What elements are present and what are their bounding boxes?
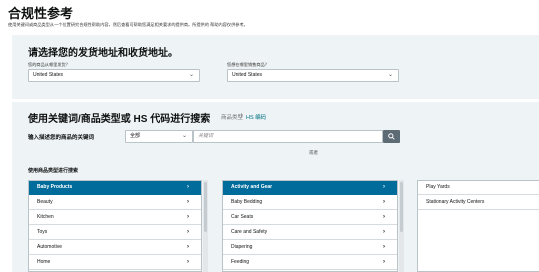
category-item-label: Car Seats xyxy=(231,214,254,220)
category-item-label: Feeding xyxy=(231,259,250,265)
chevron-right-icon: › xyxy=(187,259,189,265)
address-heading: 请选择您的发货地址和收货地址。 xyxy=(28,48,178,59)
category-item-car-seats[interactable]: Car Seats › xyxy=(223,211,397,225)
chevron-right-icon: › xyxy=(383,244,385,250)
category-item-label: Toys xyxy=(37,229,48,235)
chevron-right-icon: › xyxy=(187,214,189,220)
chevron-right-icon: › xyxy=(187,244,189,250)
ship-from-select[interactable]: United States ⌄ xyxy=(28,69,200,82)
mode-separator: | xyxy=(241,113,243,119)
category-item-label: Diapering xyxy=(231,244,253,250)
search-heading: 使用关键词/商品类型或 HS 代码进行搜索 xyxy=(28,114,211,125)
category-item-toys[interactable]: Toys › xyxy=(29,226,201,240)
category-item-label: Home xyxy=(37,259,51,265)
ship-to-label: 您想在哪里销售商品？ xyxy=(227,62,269,67)
ship-from-label: 您的商品从哪里发货？ xyxy=(28,62,70,67)
category-item-stationary-activity-centers[interactable]: Stationary Activity Centers xyxy=(418,196,539,210)
category-column-level2: Activity and Gear › Baby Bedding › Car Sea… xyxy=(222,180,398,272)
category-item-beauty[interactable]: Beauty › xyxy=(29,196,201,210)
browse-label: 使用商品类型进行搜索 xyxy=(28,168,79,174)
category-item-label: Baby Products xyxy=(37,184,73,190)
chevron-right-icon: › xyxy=(187,199,189,205)
category-column-level3: Play Yards Stationary Activity Centers xyxy=(417,180,539,272)
chevron-right-icon: › xyxy=(187,229,189,235)
keyword-input[interactable]: 关键词 xyxy=(193,130,383,143)
category-value: 全部 xyxy=(130,133,141,139)
category-select[interactable]: 全部 ⌄ xyxy=(125,130,193,143)
keyword-label: 输入描述您的商品的关键词 xyxy=(28,135,95,141)
chevron-right-icon: › xyxy=(383,199,385,205)
chevron-right-icon: › xyxy=(383,214,385,220)
category-column-level1: Baby Products › Beauty › Kitchen › Toys › Au… xyxy=(28,180,202,272)
chevron-right-icon: › xyxy=(383,259,385,265)
category-item-label: Beauty xyxy=(37,199,53,205)
scrollbar-thumb[interactable] xyxy=(204,182,207,232)
mode-hs-code-link[interactable]: HS 编码 xyxy=(246,113,266,121)
search-button[interactable] xyxy=(383,130,400,143)
category-item-care-and-safety[interactable]: Care and Safety › xyxy=(223,226,397,240)
category-item-baby-products[interactable]: Baby Products › xyxy=(29,181,201,195)
mode-product-type-link[interactable]: 商品类型 xyxy=(221,113,243,121)
ship-to-value: United States xyxy=(232,72,263,78)
category-item-home[interactable]: Home › xyxy=(29,256,201,270)
chevron-right-icon: › xyxy=(187,184,189,190)
page-title: 合规性参考 xyxy=(8,6,74,21)
category-item-label: Play Yards xyxy=(426,184,450,190)
category-item-label: Stationary Activity Centers xyxy=(426,199,485,205)
category-scrollbar-level1[interactable] xyxy=(203,180,208,272)
category-item-play-yards[interactable]: Play Yards xyxy=(418,181,539,195)
chevron-down-icon: ⌄ xyxy=(188,72,194,78)
ship-from-value: United States xyxy=(33,72,64,78)
category-item-label: Automotive xyxy=(37,244,63,250)
or-divider-label: 或者 xyxy=(309,150,318,155)
category-item-baby-bedding[interactable]: Baby Bedding › xyxy=(223,196,397,210)
chevron-down-icon: ⌄ xyxy=(181,133,187,139)
category-scrollbar-level2[interactable] xyxy=(399,180,404,272)
category-item-label: Activity and Gear xyxy=(231,184,273,190)
category-item-automotive[interactable]: Automotive › xyxy=(29,241,201,255)
ship-to-select[interactable]: United States ⌄ xyxy=(227,69,399,82)
category-item-label: Care and Safety xyxy=(231,229,268,235)
chevron-right-icon: › xyxy=(383,184,385,190)
category-item-label: Kitchen xyxy=(37,214,54,220)
scrollbar-thumb[interactable] xyxy=(400,182,403,232)
category-item-kitchen[interactable]: Kitchen › xyxy=(29,211,201,225)
chevron-down-icon: ⌄ xyxy=(387,72,393,78)
page-subtitle: 使用关键词或商品类型从一个位置研究合规性帮助内容，然后查看可帮助您满足相关要求的… xyxy=(8,22,248,27)
category-item-feeding[interactable]: Feeding › xyxy=(223,256,397,270)
search-icon xyxy=(388,133,395,140)
category-item-activity-and-gear[interactable]: Activity and Gear › xyxy=(223,181,397,195)
chevron-right-icon: › xyxy=(383,229,385,235)
category-item-diapering[interactable]: Diapering › xyxy=(223,241,397,255)
category-item-label: Baby Bedding xyxy=(231,199,263,205)
